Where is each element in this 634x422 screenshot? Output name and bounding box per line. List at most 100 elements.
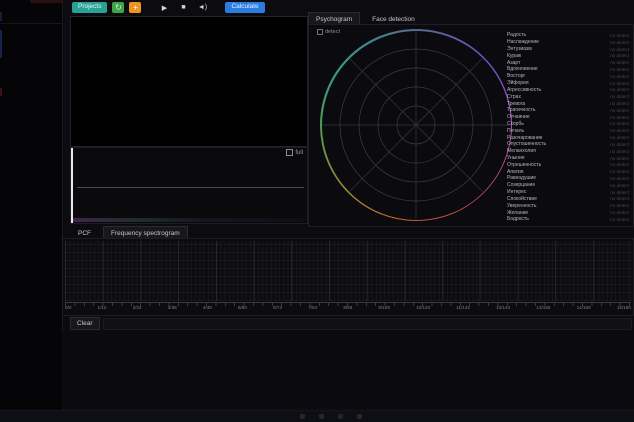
taskbar-icon[interactable] [338, 414, 343, 419]
emotion-value: no detect [610, 94, 629, 99]
stop-button[interactable]: ■ [176, 4, 190, 11]
emotion-value: no detect [610, 121, 629, 126]
axis-tick-label: 15/180 [617, 305, 631, 310]
emotion-value: no detect [610, 60, 629, 65]
axis-tick-label: 10/120 [416, 305, 430, 310]
axis-tick-label: 5/60 [238, 305, 247, 310]
emotion-label: Отрешенность [507, 162, 541, 168]
spectrogram-panel: 0/01/122/243/364/485/606/727/848/969/108… [62, 238, 634, 316]
emotion-label: Интерес [507, 189, 526, 195]
emotion-value: no detect [610, 108, 629, 113]
psychogram-chart [320, 29, 512, 221]
play-button[interactable]: ▶ [157, 4, 171, 12]
psychogram-panel: detect Радость no detect Наслаждение no … [308, 24, 634, 227]
add-button[interactable]: + [129, 2, 141, 13]
taskbar-icon[interactable] [300, 414, 305, 419]
emotion-row: Уныние no detect [507, 155, 629, 162]
emotion-value: no detect [610, 183, 629, 188]
emotion-label: Восторг [507, 73, 525, 79]
emotion-value: no detect [610, 115, 629, 120]
axis-tick-label: 1/12 [98, 305, 107, 310]
emotion-row: Отчаяние no detect [507, 114, 629, 121]
emotion-value: no detect [610, 217, 629, 222]
emotion-value: no detect [610, 142, 629, 147]
emotion-label: Бодрость [507, 216, 529, 222]
empty-panel [62, 332, 634, 408]
video-preview [70, 16, 308, 147]
emotion-label: Равнодушие [507, 175, 536, 181]
emotion-row: Скорбь no detect [507, 121, 629, 128]
plus-icon: + [133, 4, 138, 12]
emotion-value: no detect [610, 210, 629, 215]
emotion-value: no detect [610, 33, 629, 38]
volume-button[interactable]: ◄) [195, 4, 209, 11]
emotion-label: Страх [507, 94, 521, 100]
emotion-value: no detect [610, 156, 629, 161]
projects-button[interactable]: Projects [72, 2, 107, 13]
emotion-row: Кураж no detect [507, 52, 629, 59]
emotion-label: Вдохновение [507, 66, 538, 72]
axis-tick-label: 2/24 [133, 305, 142, 310]
spectrogram-axis-ticks: 0/01/122/243/364/485/606/727/848/969/108… [65, 305, 631, 310]
full-checkbox[interactable]: full [286, 149, 303, 156]
axis-tick-label: 0/0 [65, 305, 71, 310]
axis-tick-label: 13/156 [536, 305, 550, 310]
app-window: Projects ↻ + ▶ ■ ◄) Calculate full Psych… [0, 0, 634, 422]
emotion-row: Азарт no detect [507, 59, 629, 66]
sidebar-top-strip [30, 0, 62, 3]
emotion-row: Созерцание no detect [507, 182, 629, 189]
edge-artifact [0, 88, 2, 96]
emotion-label: Тревога [507, 101, 525, 107]
emotion-value: no detect [610, 169, 629, 174]
emotion-label: Трагичность [507, 107, 536, 113]
emotion-label: Отчаяние [507, 114, 530, 120]
emotion-row: Эйфория no detect [507, 80, 629, 87]
axis-tick-label: 12/144 [496, 305, 510, 310]
emotion-label: Уныние [507, 155, 525, 161]
emotion-value: no detect [610, 81, 629, 86]
emotion-label: Эйфория [507, 80, 529, 86]
emotion-label: Апатия [507, 169, 524, 175]
clear-strip [103, 318, 632, 330]
emotion-value: no detect [610, 162, 629, 167]
left-sidebar [0, 0, 63, 410]
emotion-row: Спокойствие no detect [507, 196, 629, 203]
emotion-label: Радость [507, 32, 526, 38]
emotion-value: no detect [610, 101, 629, 106]
taskbar-icon[interactable] [319, 414, 324, 419]
emotion-row: Страх no detect [507, 93, 629, 100]
emotion-label: Азарт [507, 60, 520, 66]
emotion-row: Радость no detect [507, 32, 629, 39]
waveform-panel[interactable]: full [70, 147, 308, 224]
emotion-label: Агрессивность [507, 87, 541, 93]
emotion-value: no detect [610, 67, 629, 72]
emotion-row: Тревога no detect [507, 100, 629, 107]
clear-button[interactable]: Clear [70, 317, 100, 330]
emotion-label: Печаль [507, 128, 524, 134]
emotion-value: no detect [610, 47, 629, 52]
axis-tick-label: 6/72 [273, 305, 282, 310]
emotion-label: Желание [507, 210, 528, 216]
emotion-list: Радость no detect Наслаждение no detect … [507, 32, 629, 223]
axis-tick-label: 11/132 [456, 305, 470, 310]
emotion-row: Уверенность no detect [507, 202, 629, 209]
emotion-row: Агрессивность no detect [507, 87, 629, 94]
waveform-baseline [77, 187, 304, 188]
emotion-label: Кураж [507, 53, 521, 59]
taskbar[interactable] [0, 410, 634, 422]
edge-artifact [0, 12, 2, 21]
emotion-row: Равнодушие no detect [507, 175, 629, 182]
playhead[interactable] [71, 148, 73, 223]
emotion-label: Созерцание [507, 182, 535, 188]
calculate-button[interactable]: Calculate [225, 2, 264, 13]
emotion-value: no detect [610, 135, 629, 140]
emotion-row: Желание no detect [507, 209, 629, 216]
axis-tick-label: 7/84 [308, 305, 317, 310]
taskbar-icon[interactable] [357, 414, 362, 419]
emotion-value: no detect [610, 196, 629, 201]
edge-artifact [0, 30, 2, 58]
refresh-button[interactable]: ↻ [112, 2, 124, 13]
clear-row: Clear [62, 317, 632, 330]
emotion-label: Меланхолия [507, 148, 536, 154]
axis-tick-label: 4/48 [203, 305, 212, 310]
